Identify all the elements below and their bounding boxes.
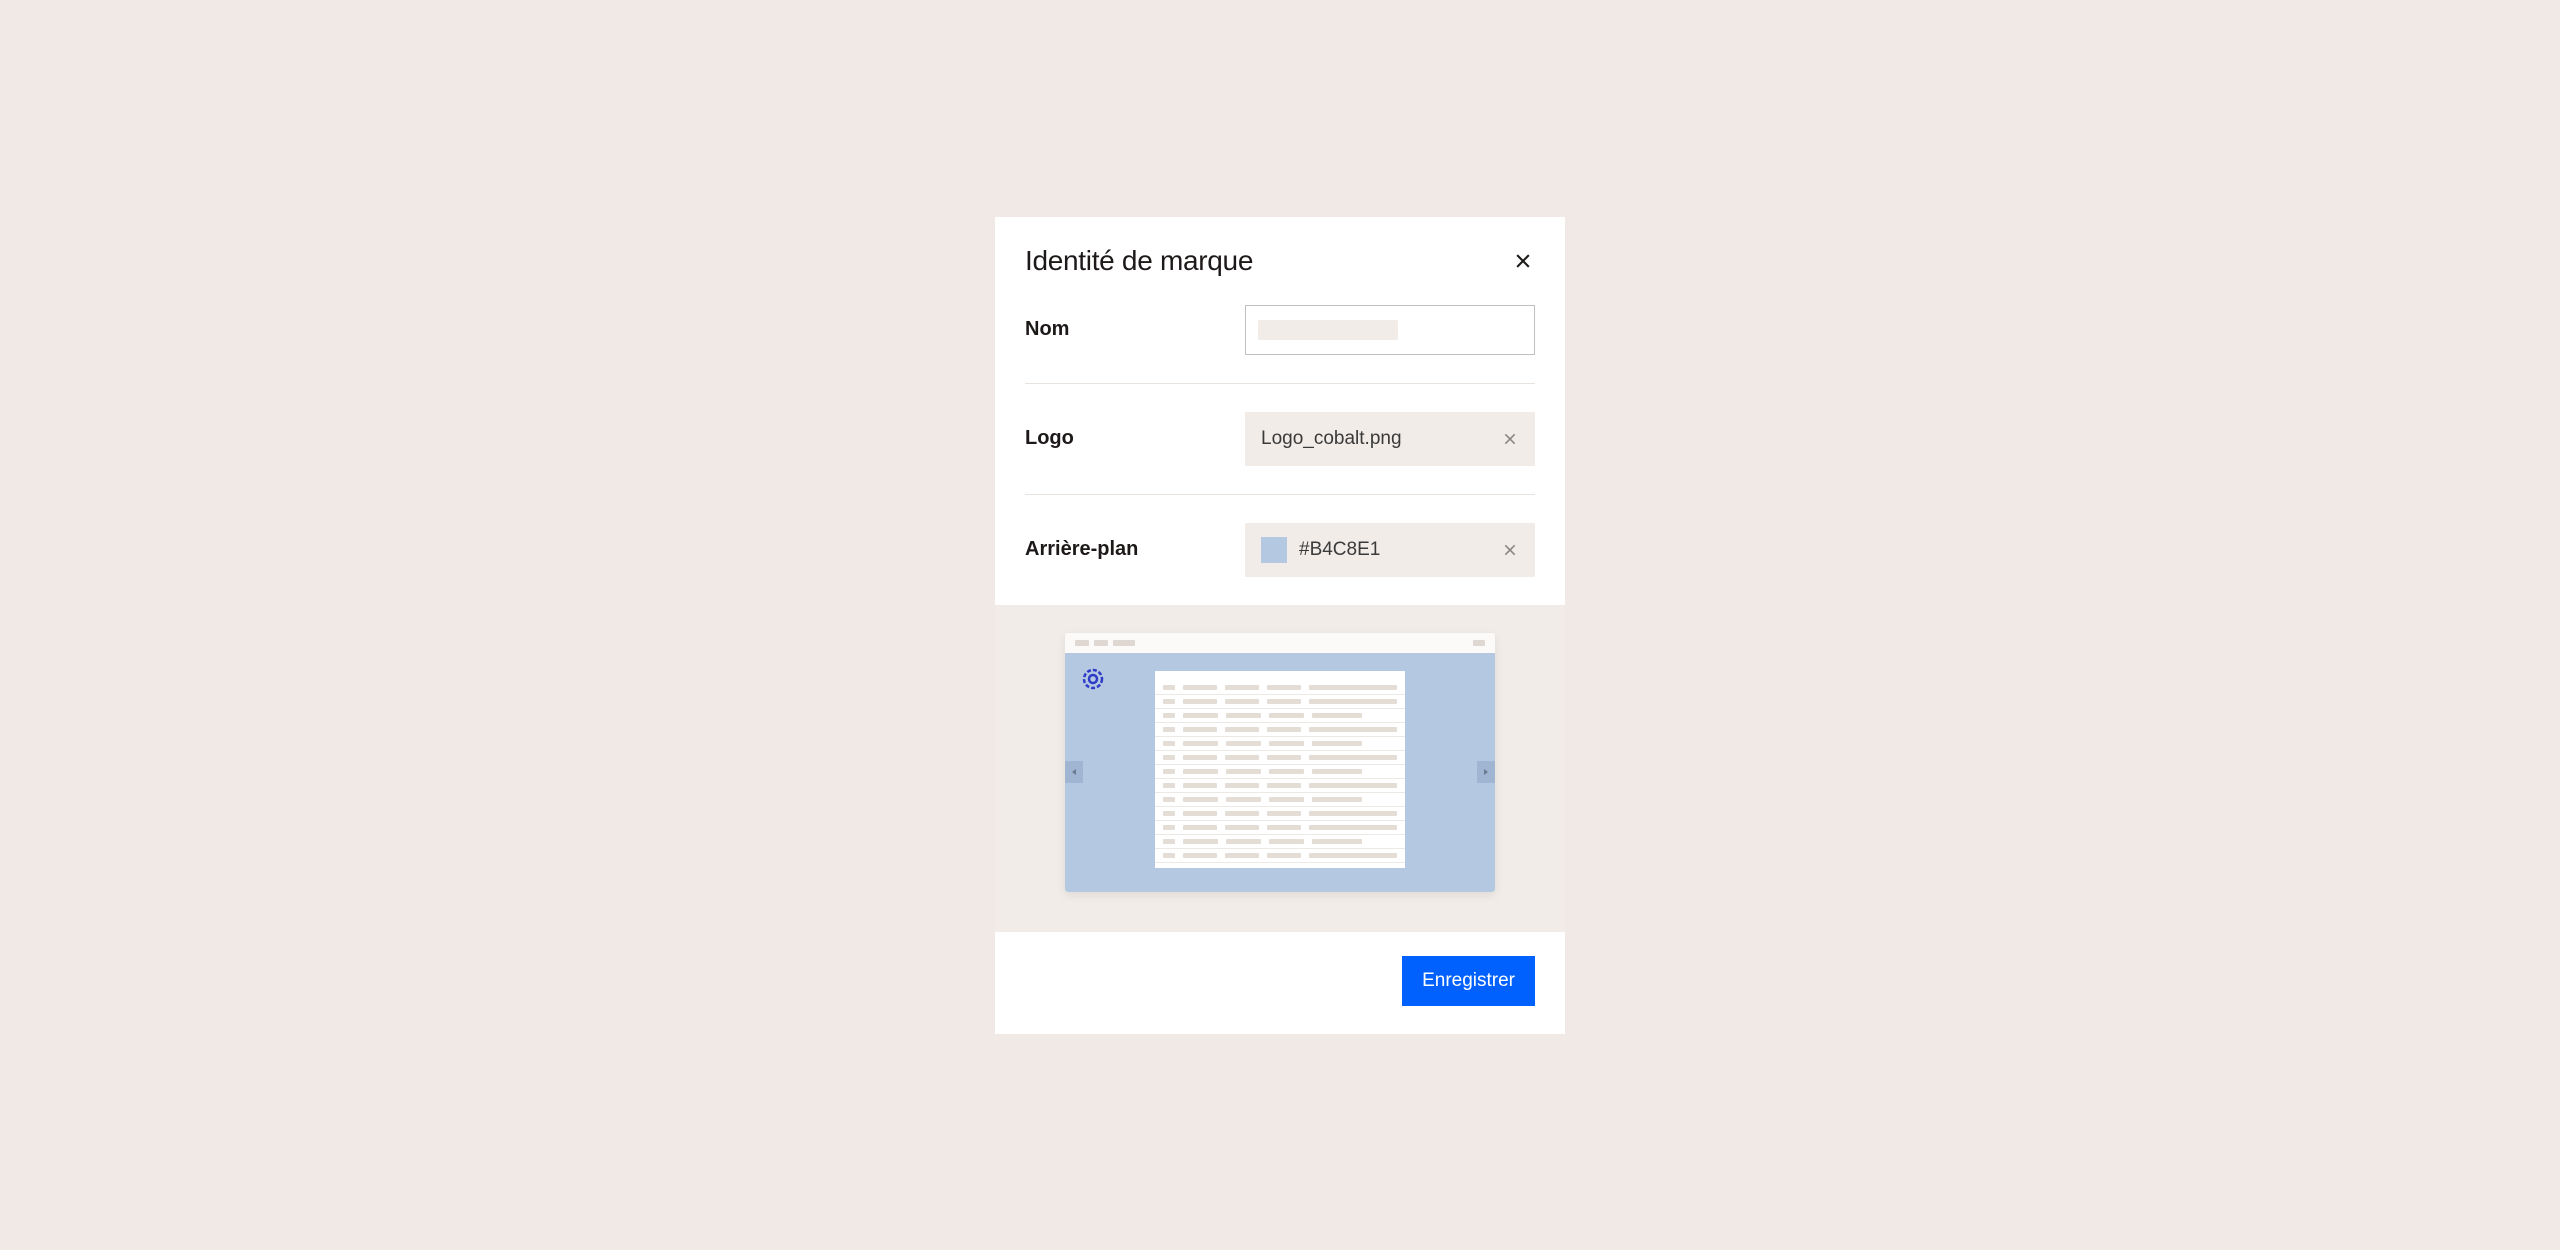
- name-label: Nom: [1025, 318, 1069, 341]
- chevron-right-icon: [1484, 769, 1488, 775]
- preview-content: [1065, 653, 1495, 892]
- brand-identity-modal: Identité de marque Nom Logo Logo_cobalt.…: [995, 217, 1565, 1034]
- logo-filename: Logo_cobalt.png: [1261, 428, 1402, 450]
- preview-logo-icon: [1081, 667, 1105, 691]
- modal-footer: Enregistrer: [995, 932, 1565, 1034]
- name-row: Nom: [1025, 277, 1535, 384]
- preview-section: [995, 605, 1565, 932]
- close-icon[interactable]: [1511, 249, 1535, 273]
- chrome-decoration: [1094, 640, 1108, 646]
- preview-next-button[interactable]: [1477, 761, 1495, 783]
- color-hex-value: #B4C8E1: [1299, 539, 1380, 561]
- chrome-decoration: [1075, 640, 1089, 646]
- chrome-decoration: [1473, 640, 1485, 646]
- save-button[interactable]: Enregistrer: [1402, 956, 1535, 1006]
- background-row: Arrière-plan #B4C8E1: [1025, 495, 1535, 605]
- remove-logo-icon[interactable]: [1501, 430, 1519, 448]
- preview-window-chrome: [1065, 633, 1495, 653]
- chevron-left-icon: [1072, 769, 1076, 775]
- name-input-placeholder: [1258, 320, 1398, 340]
- background-color-chip[interactable]: #B4C8E1: [1245, 523, 1535, 577]
- logo-file-chip[interactable]: Logo_cobalt.png: [1245, 412, 1535, 466]
- preview-prev-button[interactable]: [1065, 761, 1083, 783]
- background-label: Arrière-plan: [1025, 538, 1138, 561]
- chrome-decoration: [1113, 640, 1135, 646]
- color-chip-content: #B4C8E1: [1261, 537, 1380, 563]
- form-section: Nom Logo Logo_cobalt.png Arrière-plan: [995, 277, 1565, 605]
- modal-title: Identité de marque: [1025, 245, 1253, 277]
- logo-row: Logo Logo_cobalt.png: [1025, 384, 1535, 495]
- preview-document: [1155, 671, 1405, 868]
- logo-label: Logo: [1025, 427, 1074, 450]
- modal-header: Identité de marque: [995, 217, 1565, 277]
- preview-window: [1065, 633, 1495, 892]
- remove-background-icon[interactable]: [1501, 541, 1519, 559]
- name-input[interactable]: [1245, 305, 1535, 355]
- color-swatch: [1261, 537, 1287, 563]
